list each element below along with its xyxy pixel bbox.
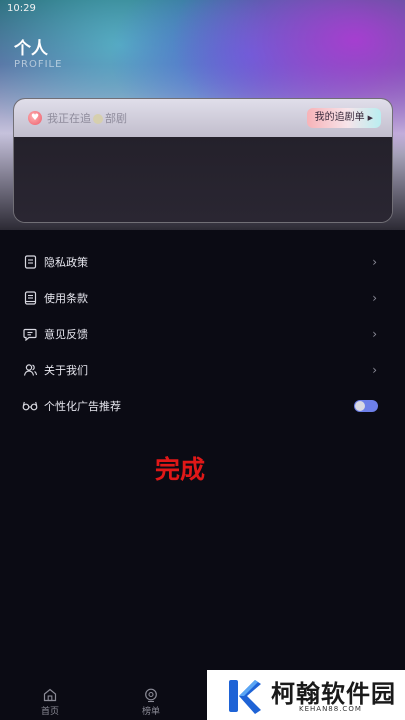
menu-item-label: 个性化广告推荐 xyxy=(44,400,121,413)
tab-ranking[interactable]: 榜单 xyxy=(131,687,171,717)
users-icon xyxy=(22,362,38,378)
chevron-right-icon: › xyxy=(372,291,377,305)
watching-card[interactable]: ♥ 我正在追 部剧 我的追剧单 ▶ xyxy=(13,98,393,223)
chevron-right-icon: › xyxy=(372,363,377,377)
menu-item-label: 关于我们 xyxy=(44,364,88,377)
page-title: 个人 xyxy=(14,39,48,59)
tab-home-label: 首页 xyxy=(40,707,59,717)
page-subtitle: PROFILE xyxy=(14,59,63,70)
watching-card-body xyxy=(14,137,392,222)
tab-ranking-label: 榜单 xyxy=(141,707,160,717)
my-watchlist-button[interactable]: 我的追剧单 ▶ xyxy=(306,108,381,128)
watching-summary: 我正在追 部剧 xyxy=(47,110,127,126)
watermark-logo-icon xyxy=(225,674,263,716)
site-watermark: 柯翰软件园 KEHAN88.COM xyxy=(207,670,405,720)
status-time: 10:29 xyxy=(7,3,36,14)
menu-item-personalized-ads: 个性化广告推荐 xyxy=(0,388,405,424)
chevron-right-icon: › xyxy=(372,327,377,341)
my-watchlist-label: 我的追剧单 xyxy=(314,112,365,123)
book-icon xyxy=(22,290,38,306)
watermark-subtitle: KEHAN88.COM xyxy=(299,705,362,713)
feedback-icon xyxy=(22,326,38,342)
toggle-knob xyxy=(355,401,365,411)
watching-text-prefix: 我正在追 xyxy=(47,112,91,125)
done-overlay-text: 完成 xyxy=(155,455,206,484)
menu-item-label: 意见反馈 xyxy=(44,328,88,341)
play-arrow-icon: ▶ xyxy=(367,114,373,122)
watching-text-suffix: 部剧 xyxy=(105,112,127,125)
glasses-icon xyxy=(22,398,38,414)
settings-menu: 隐私政策 › 使用条款 › 意见反馈 › 关于我们 › 个性化广告推荐 xyxy=(0,244,405,424)
watching-card-header: ♥ 我正在追 部剧 我的追剧单 ▶ xyxy=(14,99,392,137)
menu-item-terms-of-use[interactable]: 使用条款 › xyxy=(0,280,405,316)
menu-item-about-us[interactable]: 关于我们 › xyxy=(0,352,405,388)
menu-item-privacy-policy[interactable]: 隐私政策 › xyxy=(0,244,405,280)
drama-avatar-icon xyxy=(93,114,103,124)
personalized-ads-toggle[interactable] xyxy=(354,400,378,412)
menu-item-feedback[interactable]: 意见反馈 › xyxy=(0,316,405,352)
document-icon xyxy=(22,254,38,270)
ranking-icon xyxy=(143,687,159,703)
heart-icon: ♥ xyxy=(28,111,42,125)
menu-item-label: 使用条款 xyxy=(44,292,88,305)
tab-home[interactable]: 首页 xyxy=(30,687,70,717)
watermark-title: 柯翰软件园 xyxy=(271,680,396,708)
chevron-right-icon: › xyxy=(372,255,377,269)
home-icon xyxy=(42,687,58,703)
menu-item-label: 隐私政策 xyxy=(44,256,88,269)
